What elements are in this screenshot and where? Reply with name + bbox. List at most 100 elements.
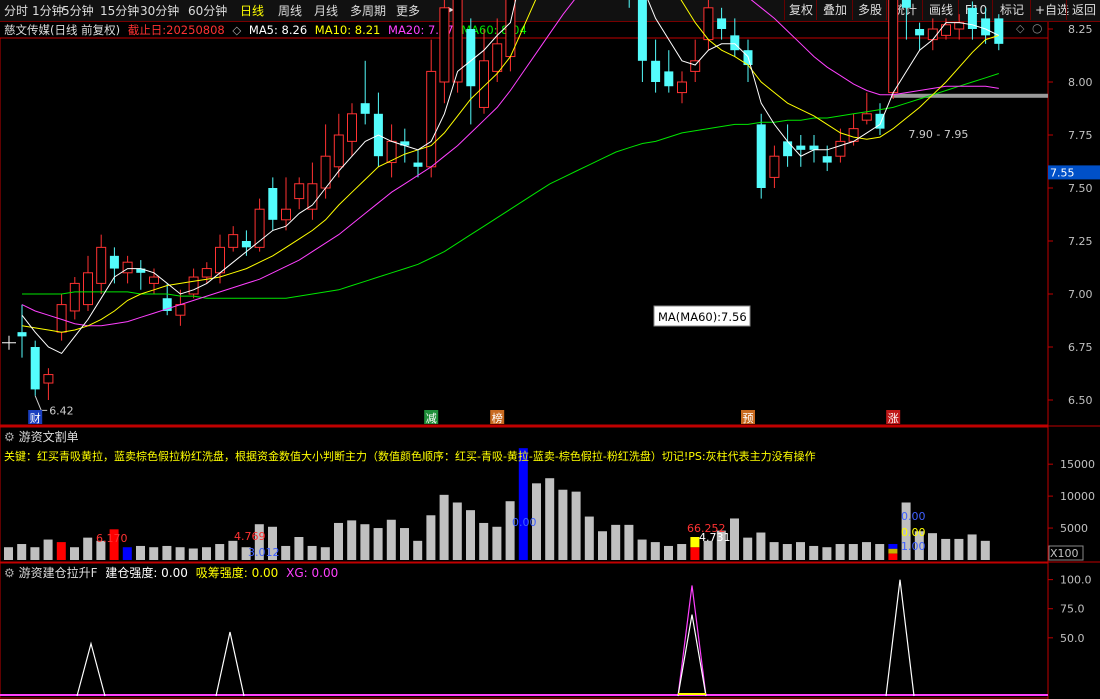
volume-bar <box>743 537 753 560</box>
panel2-settings-icon[interactable]: ⚙ <box>4 430 15 444</box>
volume-bar <box>228 540 238 560</box>
panel2-tick-label: 15000 <box>1060 458 1095 471</box>
candle-body <box>664 71 674 87</box>
panel3-frame <box>0 562 1049 699</box>
candle-body <box>96 246 107 284</box>
candle-body <box>479 60 489 108</box>
candle-body <box>452 0 463 83</box>
candle-body <box>492 43 503 72</box>
candle-body <box>809 145 819 150</box>
volume-bar <box>822 547 832 560</box>
volume-bar-blue <box>888 544 898 549</box>
candle-body <box>717 18 727 29</box>
panel3-tick-label: 50.0 <box>1060 632 1085 645</box>
volume-bar <box>650 542 660 560</box>
volume-bar <box>624 524 634 560</box>
volume-bar <box>730 518 739 560</box>
candle-body <box>228 234 239 248</box>
candle-body <box>281 208 291 221</box>
volume-bar <box>149 547 159 560</box>
absorb-strength: 吸筹强度: 0.00 <box>195 566 279 580</box>
volume-bar <box>967 534 977 560</box>
candle-body <box>981 18 991 36</box>
candle-body <box>241 241 251 248</box>
volume-bar <box>954 538 964 560</box>
candle-body <box>30 347 40 390</box>
low-pointer <box>34 395 48 411</box>
candle-body <box>861 113 872 121</box>
panel2-tick-label: 10000 <box>1060 490 1095 503</box>
volume-bar-red <box>690 547 700 560</box>
volume-bar <box>30 547 40 560</box>
panel3-title-row: ⚙ 游资建仓拉升F 建仓强度: 0.00 吸筹强度: 0.00 XG: 0.00 <box>4 564 338 581</box>
panel2-title-row: ⚙ 游资文割单 <box>4 428 79 445</box>
volume-bar <box>545 478 555 560</box>
panel3-tick-label: 75.0 <box>1060 603 1085 616</box>
volume-bar <box>571 491 581 560</box>
volume-bar <box>756 532 766 560</box>
event-marker-label: 财 <box>30 411 41 425</box>
build-spike <box>215 631 245 697</box>
candle-body <box>188 276 199 295</box>
candle-body <box>901 0 911 8</box>
volume-bar <box>862 542 871 560</box>
panel2-value-label: 6.170 <box>96 532 128 545</box>
volume-bar <box>466 510 475 560</box>
panel2-value-label: 4.731 <box>699 531 731 544</box>
range-label: 7.90 - 7.95 <box>908 128 968 141</box>
volume-bar <box>400 528 409 560</box>
panel2-title: 游资文割单 <box>18 430 79 444</box>
volume-bar <box>334 522 343 560</box>
y-tick-label: 7.00 <box>1068 288 1093 301</box>
y-tick-label: 7.75 <box>1068 129 1093 142</box>
main-panel-frame <box>0 37 1049 426</box>
volume-bar <box>162 545 172 560</box>
volume-bar <box>281 545 291 560</box>
y-tick-label: 7.50 <box>1068 182 1093 195</box>
volume-bar <box>307 545 317 560</box>
event-marker-label: 预 <box>743 412 754 425</box>
volume-bar <box>83 537 93 560</box>
panel2-value-label: 0.00 <box>512 516 537 529</box>
candle-body <box>215 246 225 274</box>
volume-bar <box>598 531 607 560</box>
build-spike <box>76 641 106 697</box>
panel3-settings-icon[interactable]: ⚙ <box>4 566 15 580</box>
panel2-value-label: 0.00 <box>901 510 926 523</box>
candle-body <box>360 103 370 114</box>
kline-chart[interactable]: 9.509.259.008.758.508.258.007.757.507.25… <box>0 0 1100 699</box>
candle-body <box>347 113 357 142</box>
panel2-note: 关键：红买青吸黄拉，蓝卖棕色假拉粉红洗盘，根据资金数值大小判断主力（数值颜色顺序… <box>4 450 816 463</box>
candle-body <box>69 282 80 312</box>
panel2-value-label: 0.00 <box>901 526 926 539</box>
volume-bar <box>796 542 805 560</box>
volume-bar <box>70 547 79 560</box>
build-strength: 建仓强度: 0.00 <box>105 566 188 580</box>
volume-bar <box>809 545 819 560</box>
candle-body <box>201 268 212 278</box>
candle-body <box>83 272 93 306</box>
volume-bar <box>43 539 53 560</box>
volume-bar-red <box>888 553 898 560</box>
volume-bar <box>452 502 462 560</box>
build-spike <box>677 614 707 697</box>
candle-body <box>149 276 159 284</box>
volume-bar <box>17 544 27 560</box>
candle-body <box>122 261 133 274</box>
candle-body <box>783 141 793 157</box>
candle-body <box>796 145 806 150</box>
volume-bar <box>439 494 449 560</box>
volume-bar <box>386 519 396 560</box>
volume-bar <box>122 547 132 560</box>
candle-body <box>43 374 54 384</box>
candle-body <box>888 0 899 94</box>
panel3-title: 游资建仓拉升F <box>18 566 98 580</box>
candle-body <box>769 155 780 178</box>
candle-body <box>730 35 740 51</box>
volume-bar <box>558 489 568 560</box>
volume-bar <box>677 544 687 560</box>
support-band <box>891 93 1048 98</box>
volume-bar <box>215 544 225 560</box>
candle-body <box>426 70 437 168</box>
volume-bar <box>360 524 370 560</box>
